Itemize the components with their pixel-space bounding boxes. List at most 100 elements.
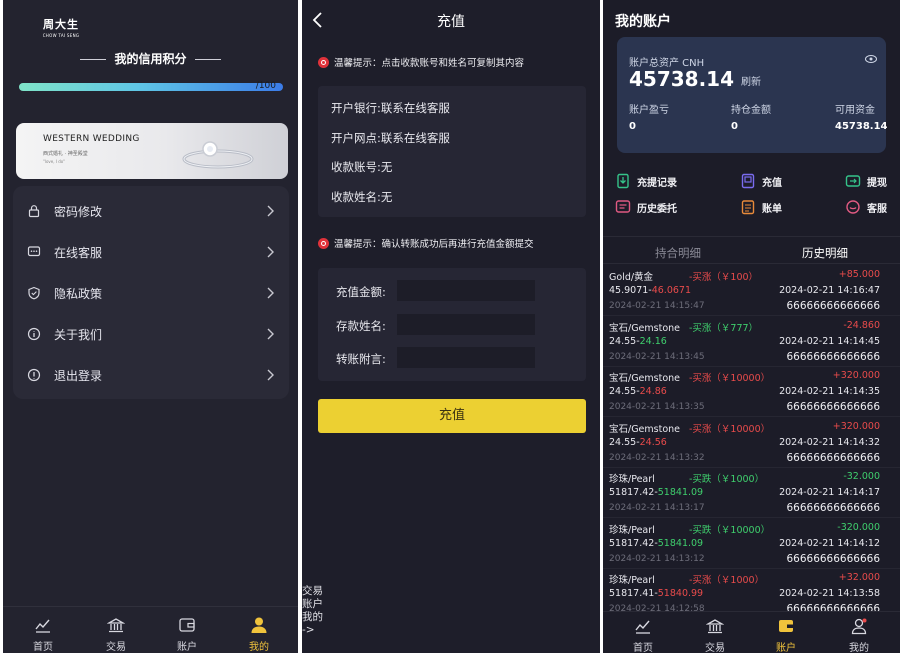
settings-menu: 密码修改 在线客服 隐私政策 关于我们 退出登录: [13, 186, 289, 399]
promo-banner[interactable]: WESTERN WEDDING 西式婚礼 · 神圣殿堂 "love, I do": [16, 123, 288, 179]
history-record[interactable]: 宝石/Gemstone -买涨（￥10000） +320.000 24.55-24.8…: [603, 367, 900, 417]
record-order-id: 66666666666666: [786, 603, 880, 611]
record-product: 珍珠/Pearl: [609, 474, 655, 485]
tab-mine[interactable]: 我的: [229, 607, 289, 653]
profile-screen: 周大生 CHOW TAI SENG 我的信用积分 /100 WESTERN WE…: [3, 0, 298, 653]
stray-text: 交易 账户 我的 ->: [302, 585, 328, 637]
credit-progress-bar: [19, 83, 283, 91]
tab-label-home: 首页: [633, 643, 653, 653]
quick-recharge[interactable]: 充值: [740, 173, 782, 189]
history-list: Gold/黄金 -买涨（￥100） +85.000 45.9071-46.0671 20…: [603, 266, 900, 611]
record-close-price: 51840.99: [657, 588, 704, 599]
quick-label: 客服: [867, 203, 887, 215]
quick-history-orders[interactable]: 历史委托: [615, 199, 677, 215]
brand-logo: 周大生 CHOW TAI SENG: [39, 16, 83, 38]
record-pnl: -320.000: [837, 521, 880, 533]
record-pnl: +85.000: [838, 269, 880, 280]
record-direction: -买跌（￥10000）: [689, 524, 771, 536]
record-close-price: 24.56: [639, 436, 667, 448]
history-record[interactable]: 珍珠/Pearl -买跌（￥10000） -320.000 51817.42-5184…: [603, 519, 900, 569]
record-pnl: +320.000: [832, 420, 880, 432]
menu-item-privacy[interactable]: 隐私政策: [13, 273, 289, 313]
tab-positions[interactable]: 持合明细: [655, 245, 701, 261]
record-prices: 24.55-24.86: [609, 386, 667, 397]
record-close-price: 46.0671: [651, 285, 692, 296]
hint-copy-text: 温馨提示：点击收款账号和姓名可复制其内容: [334, 58, 525, 69]
chevron-right-icon: [267, 369, 274, 381]
account-label: 收款账号:: [331, 160, 381, 174]
tab-history[interactable]: 历史明细: [802, 245, 848, 261]
banner-title: WESTERN WEDDING: [43, 134, 140, 144]
amount-label: 充值金额:: [336, 285, 386, 299]
menu-item-about[interactable]: 关于我们: [13, 314, 289, 354]
record-close-time: 2024-02-21 14:13:58: [779, 588, 880, 599]
record-order-id: 66666666666666: [786, 350, 880, 363]
bill-icon: [741, 200, 755, 215]
recharge-submit-button[interactable]: 充值: [318, 399, 586, 433]
chart-line-icon: [35, 619, 50, 633]
wallet-icon: [779, 620, 793, 632]
recharge-form: 充值金额: 存款姓名: 转账附言:: [318, 268, 586, 381]
eye-icon[interactable]: [865, 55, 877, 63]
record-close-price: 51841.09: [657, 487, 704, 498]
banner-subtitle-2: "love, I do": [43, 159, 66, 164]
quick-deposit-record[interactable]: 充提记录: [615, 173, 677, 189]
tab-label-mine: 我的: [849, 643, 869, 653]
history-record[interactable]: 珍珠/Pearl -买跌（￥1000） -32.000 51817.42-51841.…: [603, 468, 900, 518]
menu-item-password[interactable]: 密码修改: [13, 191, 289, 231]
record-product: 宝石/Gemstone: [609, 423, 681, 435]
stray-line: 账户: [302, 598, 323, 610]
record-direction: -买涨（￥10000）: [689, 423, 771, 435]
tab-account[interactable]: 账户: [756, 612, 816, 653]
tab-trade[interactable]: 交易: [685, 612, 745, 653]
menu-item-support[interactable]: 在线客服: [13, 232, 289, 272]
record-open-time: 2024-02-21 14:12:58: [609, 604, 705, 611]
tab-home[interactable]: 首页: [613, 612, 673, 653]
menu-item-logout[interactable]: 退出登录: [13, 355, 289, 395]
record-pnl: -32.000: [843, 471, 880, 482]
bank-row-bank[interactable]: 开户银行:联系在线客服: [331, 100, 450, 116]
stray-line: 交易: [302, 585, 323, 597]
history-record[interactable]: 宝石/Gemstone -买涨（￥10000） +320.000 24.55-24.5…: [603, 418, 900, 468]
tab-account[interactable]: 账户: [157, 607, 217, 653]
record-prices: 45.9071-46.0671: [609, 285, 691, 296]
history-record[interactable]: 宝石/Gemstone -买涨（￥777） -24.860 24.55-24.16 20…: [603, 317, 900, 367]
page-title: 我的账户: [615, 14, 671, 30]
record-open-price: 24.55-: [609, 335, 640, 347]
bank-row-account[interactable]: 收款账号:无: [331, 159, 392, 175]
tab-trade[interactable]: 交易: [86, 607, 146, 653]
transfer-note-input[interactable]: [397, 347, 535, 368]
pnl-label: 账户盈亏: [629, 105, 669, 116]
quick-service[interactable]: 客服: [845, 199, 887, 215]
refresh-button[interactable]: 刷新: [741, 73, 761, 88]
record-open-price: 45.9071-: [609, 285, 652, 296]
bank-value: 联系在线客服: [380, 101, 450, 115]
amount-input[interactable]: [397, 280, 535, 301]
chevron-right-icon: [267, 246, 274, 258]
bank-row-branch[interactable]: 开户网点:联系在线客服: [331, 130, 450, 146]
branch-value: 联系在线客服: [380, 131, 450, 145]
tab-home[interactable]: 首页: [13, 607, 73, 653]
pnl-value: 0: [629, 121, 636, 132]
record-order-id: 66666666666666: [786, 401, 880, 413]
quick-label: 历史委托: [637, 203, 677, 215]
history-record[interactable]: Gold/黄金 -买涨（￥100） +85.000 45.9071-46.0671 20…: [603, 266, 900, 316]
record-open-time: 2024-02-21 14:13:12: [609, 553, 705, 564]
record-prices: 24.55-24.16: [609, 336, 667, 347]
menu-label-about: 关于我们: [54, 327, 103, 342]
record-pnl: +32.000: [838, 572, 880, 583]
logout-icon: [27, 368, 41, 382]
quick-withdraw[interactable]: 提现: [845, 173, 887, 189]
quick-bill[interactable]: 账单: [740, 199, 782, 215]
bank-label: 开户银行:: [331, 101, 381, 115]
record-close-time: 2024-02-21 14:14:12: [779, 537, 880, 549]
deposit-record-icon: [617, 173, 629, 189]
record-open-price: 51817.42-: [609, 537, 658, 549]
history-record[interactable]: 珍珠/Pearl -买涨（￥1000） +32.000 51817.41-51840.…: [603, 569, 900, 611]
tab-mine[interactable]: 我的: [829, 612, 889, 653]
depositor-name-input[interactable]: [397, 314, 535, 335]
chevron-right-icon: [267, 287, 274, 299]
record-open-price: 24.55-: [609, 436, 640, 448]
user-icon: [251, 617, 267, 633]
bank-row-name[interactable]: 收款姓名:无: [331, 189, 392, 205]
